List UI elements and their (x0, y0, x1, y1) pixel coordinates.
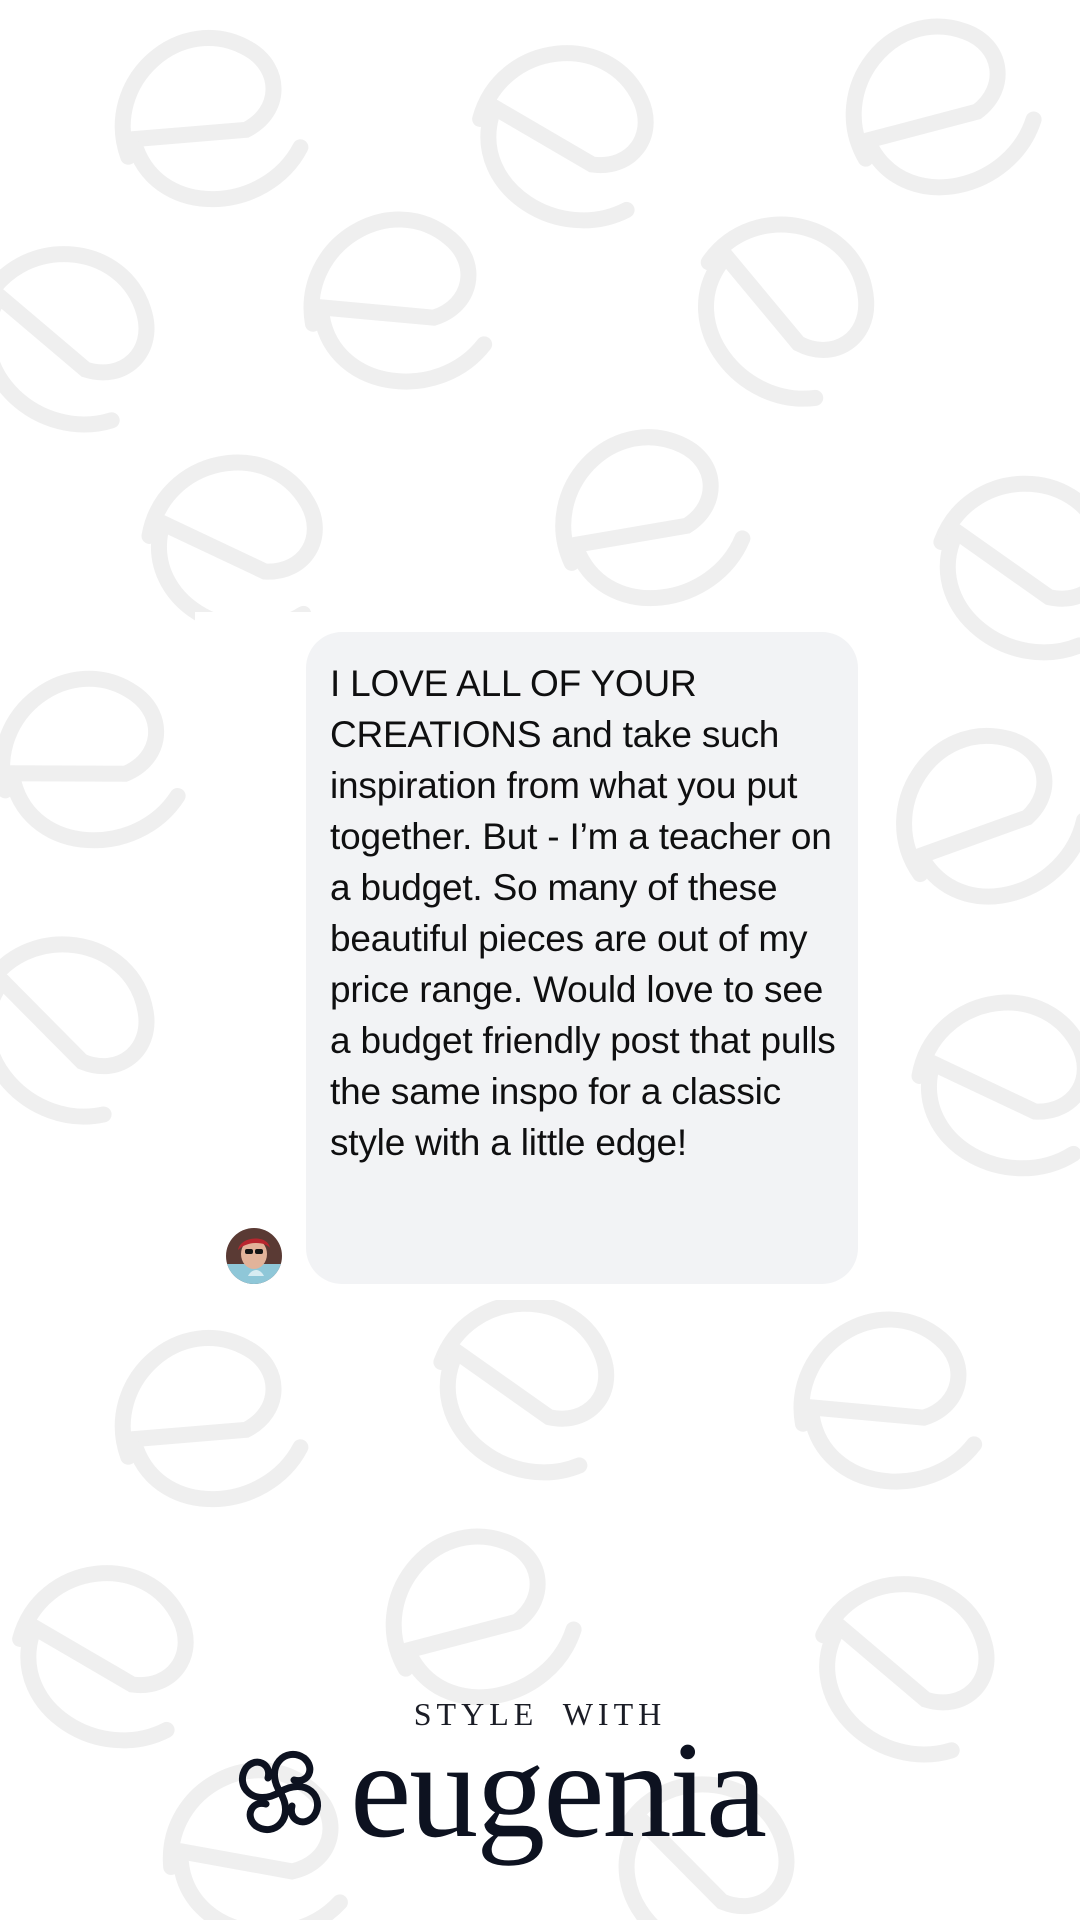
swirl-logo-mark-icon (238, 1750, 322, 1834)
user-avatar-icon (226, 1228, 282, 1284)
brand-name: eugenia (350, 1713, 767, 1866)
brand-logo: STYLE WITH eugenia (0, 1680, 1080, 1880)
message-text: I LOVE ALL OF YOUR CREATIONS and take su… (330, 663, 836, 1163)
sender-avatar[interactable] (226, 1228, 282, 1284)
message-bubble[interactable]: I LOVE ALL OF YOUR CREATIONS and take su… (306, 632, 858, 1284)
